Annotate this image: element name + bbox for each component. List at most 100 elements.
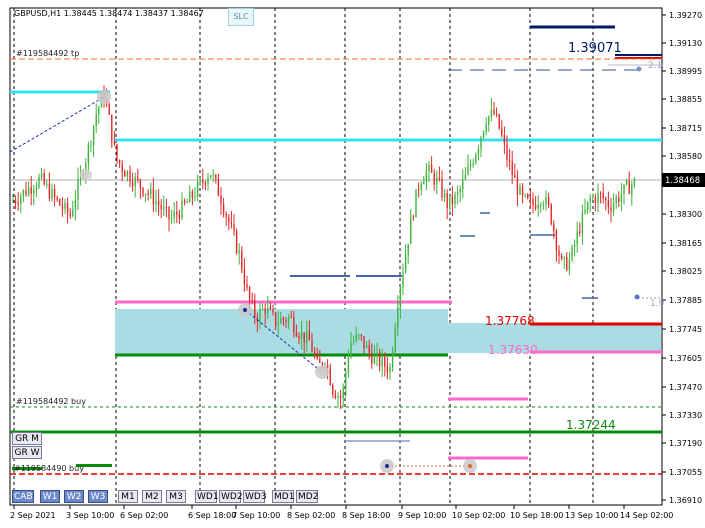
time-tick-label: 9 Sep 10:00 — [398, 511, 446, 520]
m1-button[interactable]: M1 — [118, 490, 138, 503]
price-tick-label: 1.38995 — [669, 67, 702, 76]
candle-body — [345, 372, 347, 388]
candle-body — [134, 176, 136, 187]
gr-m-button[interactable]: GR M — [12, 432, 42, 445]
candle-body — [553, 223, 555, 232]
candle-body — [555, 231, 558, 251]
candle-body — [157, 200, 160, 206]
candle-body — [230, 222, 233, 224]
candle-body — [469, 164, 472, 167]
candle-body — [514, 175, 516, 178]
w1-button[interactable]: W1 — [40, 490, 60, 503]
level-label-39071: 1.39071 — [568, 41, 622, 56]
candle-body — [334, 393, 337, 398]
price-chart[interactable]: 1.39270 1.39130 1.38995 1.38855 1.38715 1.385… — [0, 0, 705, 528]
candle-body — [521, 186, 524, 196]
marker-circle[interactable] — [80, 169, 92, 181]
candle-body — [111, 114, 113, 142]
candle-body — [631, 184, 633, 194]
m2-button[interactable]: M2 — [142, 490, 162, 503]
candle-body — [542, 204, 545, 206]
time-tick-label: 7 Sep 10:00 — [232, 511, 280, 520]
candle-body — [467, 166, 469, 175]
candle-body — [191, 191, 194, 198]
candle-body — [459, 189, 461, 193]
candle-body — [558, 250, 560, 256]
price-tick-label: 1.39130 — [669, 39, 702, 48]
candle-body — [64, 202, 66, 209]
candle-body — [524, 194, 526, 196]
wd1-button[interactable]: WD1 — [195, 490, 219, 503]
time-tick-label: 10 Sep 02:00 — [452, 511, 505, 520]
candle-body — [355, 334, 357, 341]
candle-body — [290, 316, 292, 318]
candle-body — [319, 358, 321, 363]
candle-body — [293, 316, 295, 332]
m3-button[interactable]: M3 — [166, 490, 186, 503]
cab-button[interactable]: CAB — [12, 490, 34, 503]
candle-body — [228, 216, 230, 223]
candle-body — [308, 331, 311, 341]
candle-body — [633, 178, 636, 185]
gr-w-button[interactable]: GR W — [12, 446, 42, 459]
candle-body — [189, 191, 191, 203]
slc-button[interactable]: SLC — [228, 8, 254, 26]
candle-body — [417, 189, 420, 191]
candle-body — [303, 332, 305, 343]
candle-body — [202, 179, 204, 183]
candle-body — [485, 124, 487, 132]
marker-circle[interactable] — [97, 90, 111, 104]
candle-body — [74, 199, 77, 210]
candle-body — [462, 179, 464, 190]
candle-body — [373, 354, 376, 364]
price-tick-label: 1.39270 — [669, 11, 702, 20]
marker-circle[interactable] — [315, 365, 329, 379]
candle-body — [428, 164, 430, 172]
buy-order-label-lower: #119584490 buy — [14, 464, 84, 473]
candle-body — [20, 196, 22, 204]
md2-button[interactable]: MD2 — [296, 490, 318, 503]
candle-body — [560, 255, 563, 259]
candle-body — [199, 179, 201, 182]
w2-button[interactable]: W2 — [64, 490, 84, 503]
candle-body — [152, 188, 155, 205]
candle-body — [225, 214, 227, 217]
candle-body — [397, 307, 399, 329]
candle-body — [545, 197, 547, 205]
candle-body — [404, 254, 407, 273]
candle-body — [495, 113, 498, 115]
candle-body — [155, 200, 157, 205]
candle-body — [61, 205, 64, 209]
candle-body — [66, 202, 69, 214]
price-axis: 1.39270 1.39130 1.38995 1.38855 1.38715 1.385… — [662, 11, 702, 505]
price-tick-label: 1.37190 — [669, 439, 702, 448]
candle-body — [264, 308, 266, 314]
w3-button[interactable]: W3 — [88, 490, 108, 503]
candle-body — [311, 340, 313, 352]
candle-body — [277, 323, 279, 326]
candle-body — [477, 148, 480, 155]
demand-zone-right — [448, 323, 661, 353]
candle-body — [267, 307, 269, 314]
md1-button[interactable]: MD1 — [272, 490, 294, 503]
candle-body — [35, 187, 38, 191]
wd3-button[interactable]: WD3 — [243, 490, 267, 503]
candle-body — [579, 231, 581, 234]
small-label-2-1: 2.1 — [648, 61, 662, 71]
candle-body — [251, 299, 253, 301]
wd2-button[interactable]: WD2 — [219, 490, 243, 503]
candle-body — [43, 173, 45, 185]
candle-body — [56, 197, 58, 200]
marker-dot — [468, 464, 472, 468]
candle-body — [69, 213, 71, 216]
candle-body — [90, 144, 92, 146]
level-label-37630: 1.37630 — [488, 343, 538, 357]
candle-body — [399, 287, 402, 308]
price-tick-label: 1.38165 — [669, 239, 702, 248]
candle-body — [233, 223, 235, 231]
candle-body — [46, 183, 48, 185]
candle-body — [246, 284, 248, 288]
candle-body — [316, 355, 318, 359]
candle-body — [298, 336, 300, 339]
candle-body — [511, 161, 513, 176]
